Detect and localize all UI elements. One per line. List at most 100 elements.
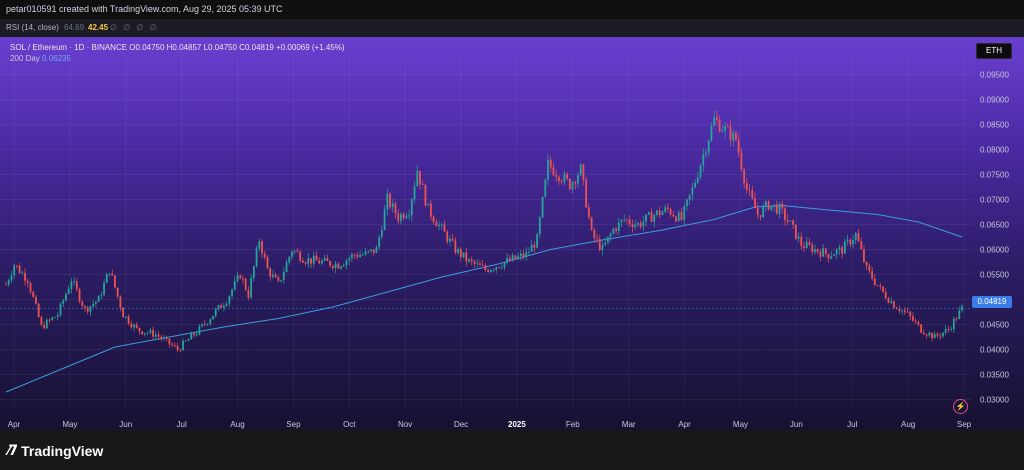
footer-bar: ⁄7 TradingView [0, 430, 1024, 470]
candle-body [282, 271, 285, 280]
candle-body [764, 201, 767, 207]
candle-body [277, 277, 280, 281]
x-tick-label: Sep [286, 420, 301, 429]
candle-body [773, 204, 775, 206]
candle-body [568, 178, 571, 190]
candle-body [906, 311, 909, 313]
candle-body [541, 196, 544, 218]
candle-body [680, 212, 683, 220]
candle-body [18, 265, 21, 274]
candle-body [195, 334, 198, 336]
candle-body [650, 212, 653, 222]
candle-body [351, 254, 353, 259]
candle-body [138, 327, 141, 332]
price-chart[interactable]: 0.030000.035000.040000.045000.050000.055… [0, 37, 1024, 430]
candle-body [609, 233, 612, 237]
candle-body [751, 190, 754, 199]
chart-canvas[interactable]: 0.030000.035000.040000.045000.050000.055… [0, 37, 1024, 430]
candle-body [301, 260, 304, 263]
candle-body [849, 239, 852, 245]
candle-body [781, 203, 784, 209]
candle-body [168, 338, 171, 345]
rsi-indicator-pane[interactable]: RSI (14, close) 64.69 42.45 ∅ ∅ ∅ ∅ [0, 19, 1024, 37]
y-tick-label: 0.06000 [980, 246, 1009, 255]
candle-body [784, 208, 786, 220]
candle-body [476, 263, 479, 265]
rsi-placeholder-values: ∅ ∅ ∅ ∅ [110, 23, 159, 32]
candle-body [133, 324, 135, 328]
candle-body [367, 250, 370, 252]
candle-body [65, 293, 67, 301]
symbol-legend[interactable]: SOL / Ethereum · 1D · BINANCE O0.04750 H… [10, 43, 345, 52]
candle-body [672, 214, 675, 217]
currency-badge[interactable]: ETH [976, 43, 1012, 59]
candle-body [658, 210, 661, 215]
candle-body [642, 221, 645, 227]
candle-body [124, 316, 127, 318]
candle-body [473, 261, 476, 264]
candle-body [182, 340, 184, 351]
ma-legend[interactable]: 200 Day 0.06235 [10, 54, 71, 63]
candle-body [451, 238, 454, 241]
candle-body [331, 265, 334, 269]
candle-body [748, 189, 751, 191]
candle-body [713, 117, 716, 126]
candle-body [770, 205, 773, 210]
rsi-value-2: 42.45 [88, 23, 109, 32]
candle-body [424, 184, 427, 206]
x-tick-label: Sep [957, 420, 972, 429]
candle-body [560, 181, 563, 182]
candle-body [54, 316, 56, 318]
candle-body [696, 177, 699, 183]
candle-body [206, 323, 209, 325]
candle-body [86, 307, 89, 312]
candle-body [936, 333, 939, 336]
candle-body [601, 244, 604, 251]
candle-body [310, 258, 312, 264]
candle-body [955, 318, 958, 320]
candle-body [378, 237, 381, 248]
candle-body [737, 140, 740, 154]
tradingview-logo[interactable]: ⁄7 TradingView [8, 442, 103, 460]
candle-body [26, 280, 29, 284]
candle-body [122, 307, 125, 318]
ma200-line [5, 204, 963, 393]
candle-body [318, 260, 321, 264]
candle-body [612, 228, 615, 234]
candle-body [114, 275, 116, 288]
candle-body [321, 260, 323, 264]
candle-body [843, 241, 846, 254]
candle-body [252, 266, 255, 279]
candle-body [402, 214, 405, 219]
candle-body [544, 179, 547, 197]
candle-body [274, 274, 277, 278]
candle-body [814, 248, 816, 253]
y-tick-label: 0.03000 [980, 396, 1009, 405]
tradingview-logo-icon: ⁄7 [8, 443, 18, 459]
candle-body [250, 278, 253, 298]
candle-body [340, 266, 342, 269]
candle-body [468, 259, 470, 262]
candle-body [449, 238, 451, 242]
candle-body [228, 295, 231, 304]
candle-body [617, 222, 620, 232]
candle-body [607, 236, 609, 243]
candle-body [10, 275, 13, 281]
candle-body [130, 323, 133, 328]
rsi-label: RSI (14, close) [6, 23, 59, 32]
lightning-icon[interactable]: ⚡ [953, 399, 968, 414]
candle-body [549, 159, 552, 168]
candle-body [585, 179, 588, 208]
candle-body [710, 125, 713, 141]
candle-body [623, 219, 626, 221]
candle-body [454, 240, 457, 253]
candle-body [803, 246, 805, 249]
candle-body [767, 201, 770, 210]
last-price-label: 0.04819 [972, 296, 1012, 308]
candle-body [699, 165, 702, 178]
candle-body [822, 248, 824, 257]
candle-body [794, 224, 797, 239]
candle-body [179, 349, 182, 351]
x-tick-label: Jul [177, 420, 187, 429]
y-tick-label: 0.05500 [980, 271, 1009, 280]
